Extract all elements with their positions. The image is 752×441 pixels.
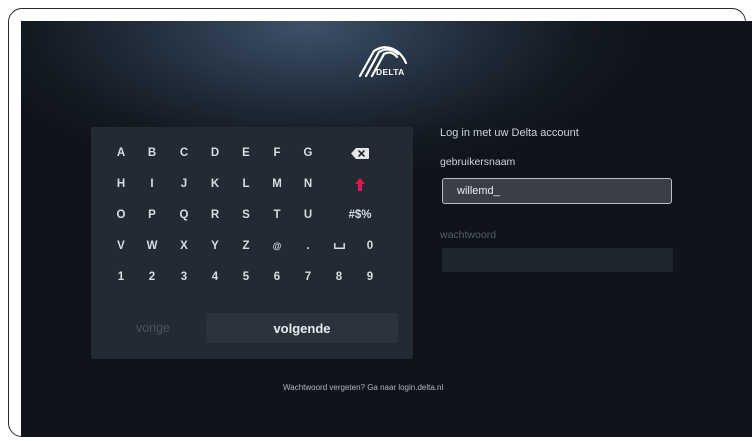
- key-f[interactable]: F: [264, 140, 290, 166]
- key-k[interactable]: K: [202, 171, 228, 197]
- key-c[interactable]: C: [171, 140, 197, 166]
- key-b[interactable]: B: [139, 140, 165, 166]
- key-4[interactable]: 4: [202, 264, 228, 290]
- key-2[interactable]: 2: [139, 264, 165, 290]
- key-y[interactable]: Y: [202, 233, 228, 259]
- next-button[interactable]: volgende: [206, 313, 398, 343]
- symbols-key[interactable]: #$%: [341, 202, 379, 228]
- password-label: wachtwoord: [440, 229, 497, 241]
- key-p[interactable]: P: [139, 202, 165, 228]
- delta-logo: DELTA: [356, 43, 428, 79]
- key-9[interactable]: 9: [357, 264, 383, 290]
- delta-logo-text: DELTA: [376, 67, 405, 77]
- key-at[interactable]: @: [264, 233, 290, 259]
- forgot-password-hint: Wachtwoord vergeten? Ga naar login.delta…: [283, 383, 444, 392]
- on-screen-keyboard: A B C D E F G H I J K L M N O P Q R S T: [91, 127, 413, 359]
- key-n[interactable]: N: [295, 171, 321, 197]
- key-w[interactable]: W: [139, 233, 165, 259]
- key-1[interactable]: 1: [108, 264, 134, 290]
- key-v[interactable]: V: [108, 233, 134, 259]
- key-a[interactable]: A: [108, 140, 134, 166]
- key-j[interactable]: J: [171, 171, 197, 197]
- key-e[interactable]: E: [233, 140, 259, 166]
- key-x[interactable]: X: [171, 233, 197, 259]
- key-dot[interactable]: .: [295, 233, 321, 259]
- key-t[interactable]: T: [264, 202, 290, 228]
- space-key[interactable]: [326, 233, 352, 259]
- key-l[interactable]: L: [233, 171, 259, 197]
- key-d[interactable]: D: [202, 140, 228, 166]
- key-h[interactable]: H: [108, 171, 134, 197]
- key-5[interactable]: 5: [233, 264, 259, 290]
- key-q[interactable]: Q: [171, 202, 197, 228]
- key-m[interactable]: M: [264, 171, 290, 197]
- backspace-icon: [351, 147, 369, 159]
- key-6[interactable]: 6: [264, 264, 290, 290]
- key-z[interactable]: Z: [233, 233, 259, 259]
- username-input[interactable]: willemd_: [442, 178, 672, 204]
- key-i[interactable]: I: [139, 171, 165, 197]
- key-g[interactable]: G: [295, 140, 321, 166]
- login-title: Log in met uw Delta account: [440, 127, 579, 139]
- backspace-key[interactable]: [341, 140, 379, 166]
- key-u[interactable]: U: [295, 202, 321, 228]
- key-8[interactable]: 8: [326, 264, 352, 290]
- shift-key[interactable]: [341, 171, 379, 197]
- key-r[interactable]: R: [202, 202, 228, 228]
- shift-arrow-icon: [355, 177, 365, 191]
- key-0[interactable]: 0: [357, 233, 383, 259]
- space-icon: [333, 243, 345, 249]
- key-3[interactable]: 3: [171, 264, 197, 290]
- tv-screen: DELTA A B C D E F G H I J K L M N O P Q …: [21, 21, 752, 437]
- key-7[interactable]: 7: [295, 264, 321, 290]
- previous-button[interactable]: vorige: [121, 313, 185, 343]
- username-label: gebruikersnaam: [440, 156, 516, 168]
- key-s[interactable]: S: [233, 202, 259, 228]
- password-input[interactable]: [442, 248, 673, 272]
- key-o[interactable]: O: [108, 202, 134, 228]
